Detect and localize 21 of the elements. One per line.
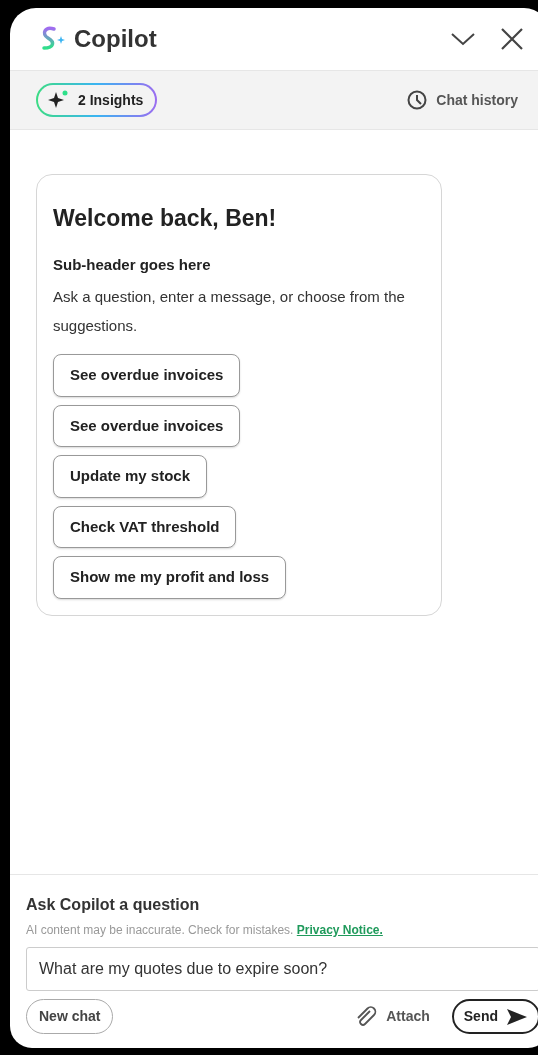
close-icon[interactable] (500, 27, 524, 51)
chat-history-button[interactable]: Chat history (400, 88, 524, 112)
privacy-link[interactable]: Privacy Notice. (296, 923, 383, 937)
suggestion-button[interactable]: Check VAT threshold (53, 505, 237, 548)
suggestion-button[interactable]: Update my stock (53, 455, 208, 498)
welcome-text: Ask a question, enter a message, or choose from the suggestions. (53, 287, 406, 336)
message-input[interactable]: What are my quotes due to expire soon? (26, 947, 538, 991)
composer-title: Ask Copilot a question (26, 895, 201, 915)
panel-title: Copilot (74, 24, 157, 54)
collapse-icon[interactable] (450, 31, 476, 47)
welcome-title: Welcome back, Ben! (53, 204, 278, 233)
send-icon (506, 1007, 528, 1026)
suggestion-button[interactable]: See overdue invoices (53, 404, 241, 447)
suggestion-button[interactable]: Show me my profit and loss (53, 556, 287, 599)
attach-button[interactable]: Attach (348, 1003, 436, 1030)
clock-icon (406, 89, 429, 111)
new-chat-button[interactable]: New chat (26, 999, 114, 1034)
suggestion-button[interactable]: See overdue invoices (53, 354, 241, 397)
disclaimer-text: AI content may be inaccurate. Check for mistakes. Privacy Notice. (26, 922, 384, 939)
send-button[interactable]: Send (451, 999, 538, 1034)
sub-header: Sub-header goes here (53, 254, 212, 275)
